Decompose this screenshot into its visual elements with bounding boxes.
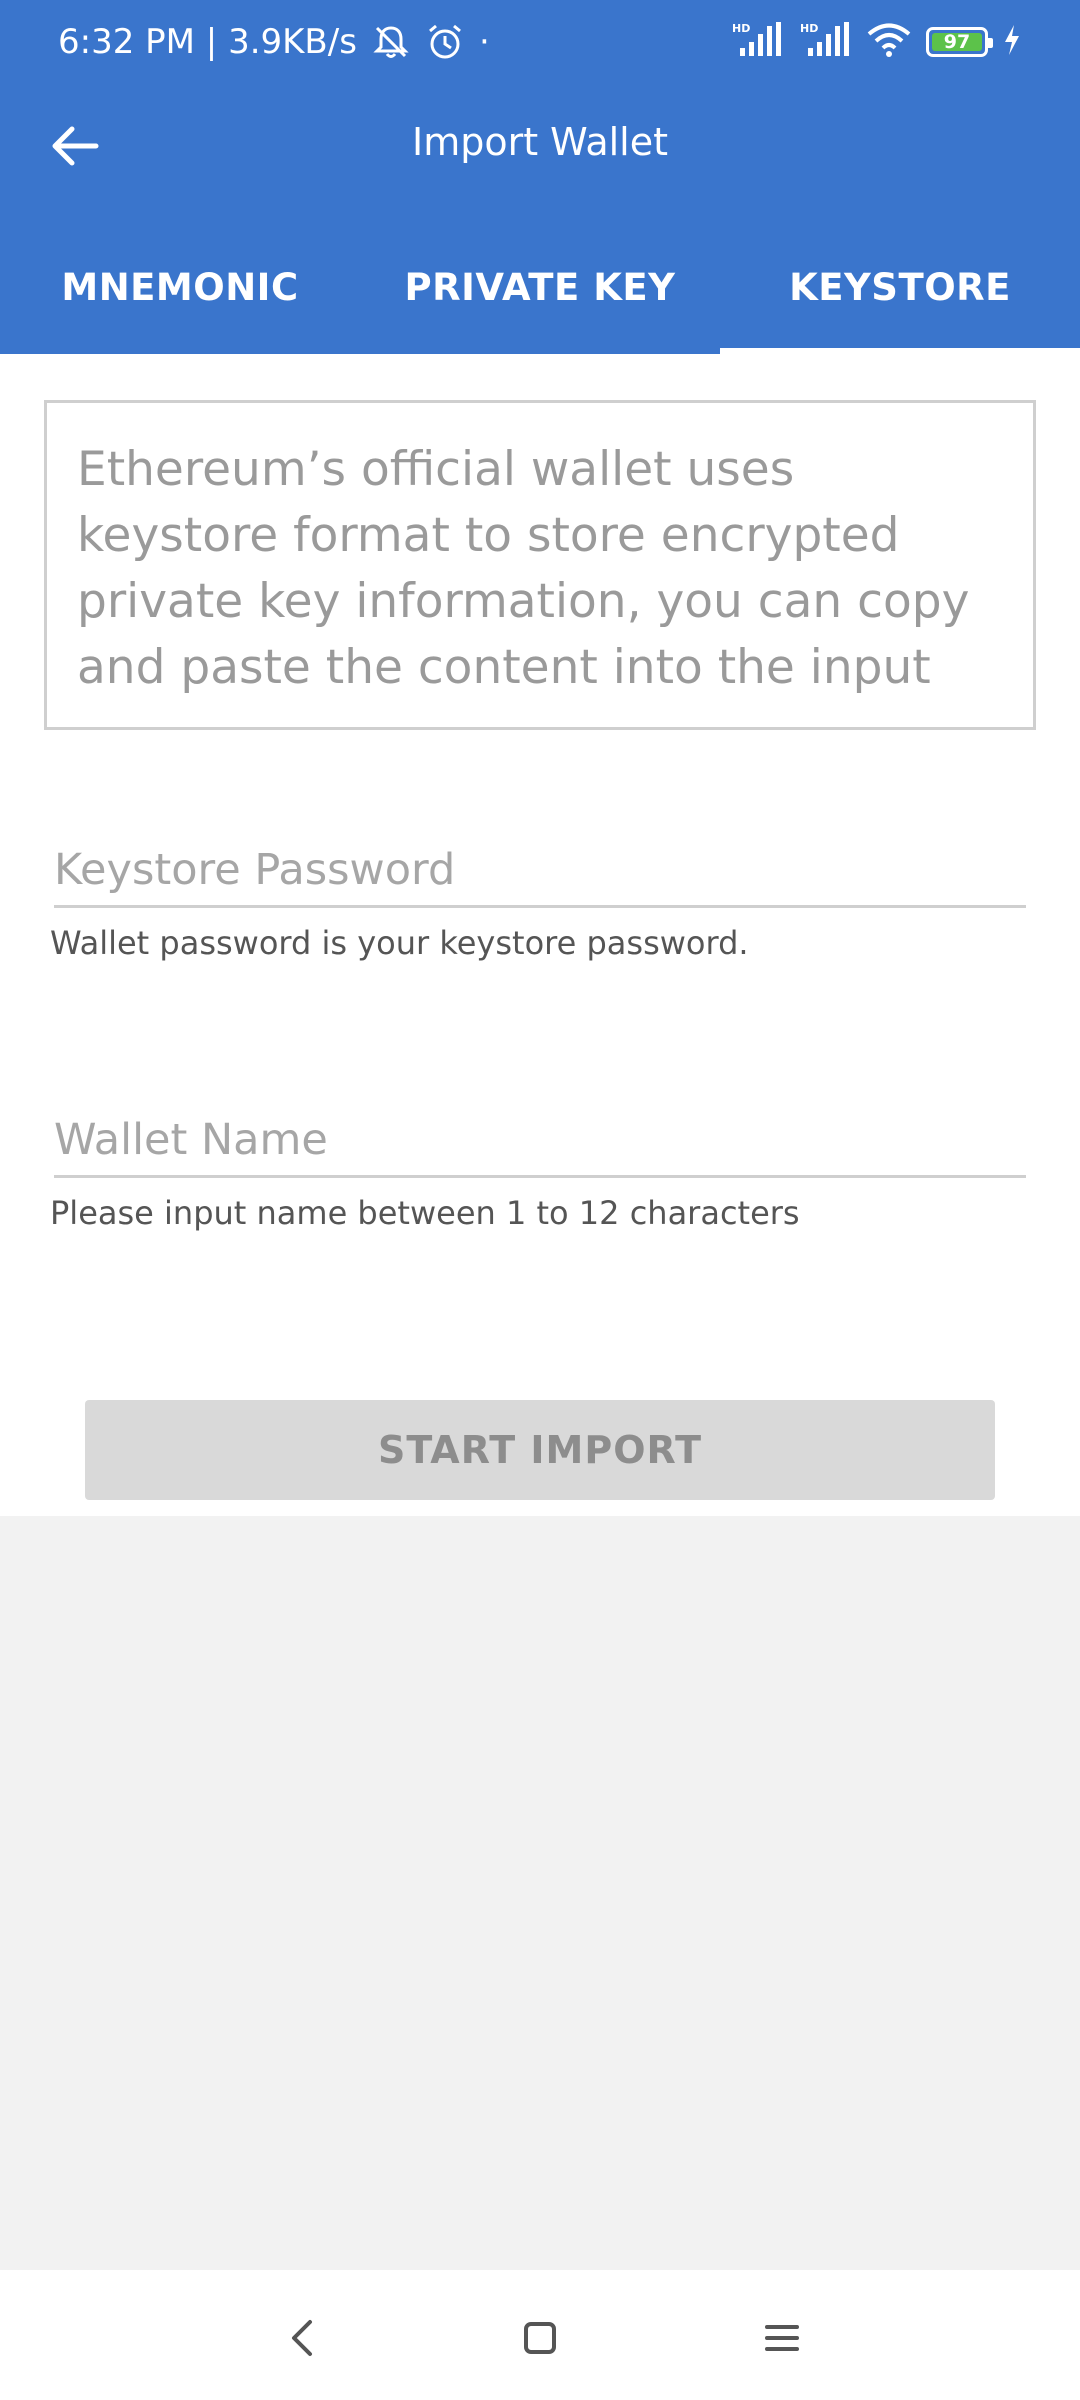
nav-home-button[interactable] — [500, 2298, 580, 2378]
signal-hd-icon: HD — [730, 20, 784, 64]
tab-private-key[interactable]: PRIVATE KEY — [360, 230, 720, 354]
import-form: Ethereum’s official wallet uses keystore… — [0, 354, 1080, 1516]
svg-text:HD: HD — [800, 22, 818, 35]
toolbar: Import Wallet — [0, 96, 1080, 196]
nav-menu-button[interactable] — [742, 2298, 822, 2378]
keystore-input[interactable]: Ethereum’s official wallet uses keystore… — [44, 400, 1036, 730]
status-right: HD HD 97 — [730, 18, 1022, 66]
password-placeholder: Keystore Password — [54, 845, 456, 895]
alarm-icon — [425, 22, 465, 62]
wallet-name-hint: Please input name between 1 to 12 charac… — [50, 1194, 800, 1232]
wallet-name-placeholder: Wallet Name — [54, 1115, 328, 1165]
svg-text:HD: HD — [732, 22, 750, 35]
app-header: 6:32 PM | 3.9KB/s · HD HD 97 Import Wall… — [0, 0, 1080, 354]
back-icon — [292, 2320, 312, 2356]
tab-bar: MNEMONIC PRIVATE KEY KEYSTORE — [0, 230, 1080, 354]
wallet-name-field[interactable]: Wallet Name — [54, 1104, 1026, 1178]
status-left: 6:32 PM | 3.9KB/s · — [58, 18, 490, 66]
signal-hd-icon: HD — [798, 20, 852, 64]
status-time-speed: 6:32 PM | 3.9KB/s — [58, 22, 357, 62]
status-dot: · — [478, 22, 490, 62]
keystore-password-field[interactable]: Keystore Password — [54, 834, 1026, 908]
nav-back-button[interactable] — [262, 2298, 342, 2378]
start-import-button[interactable]: START IMPORT — [85, 1400, 995, 1500]
home-icon — [524, 2322, 556, 2354]
tab-mnemonic[interactable]: MNEMONIC — [0, 230, 360, 354]
battery-icon: 97 — [926, 27, 993, 57]
status-bar: 6:32 PM | 3.9KB/s · HD HD 97 — [0, 0, 1080, 84]
keystore-placeholder: Ethereum’s official wallet uses keystore… — [77, 442, 970, 695]
battery-level: 97 — [943, 31, 971, 53]
page-title: Import Wallet — [411, 120, 669, 164]
tab-keystore[interactable]: KEYSTORE — [720, 230, 1080, 354]
menu-icon — [765, 2325, 799, 2351]
charging-icon — [1002, 23, 1022, 61]
wifi-icon — [866, 21, 912, 63]
password-hint: Wallet password is your keystore passwor… — [50, 924, 749, 962]
bell-off-icon — [371, 22, 411, 62]
system-nav-bar — [0, 2270, 1080, 2400]
